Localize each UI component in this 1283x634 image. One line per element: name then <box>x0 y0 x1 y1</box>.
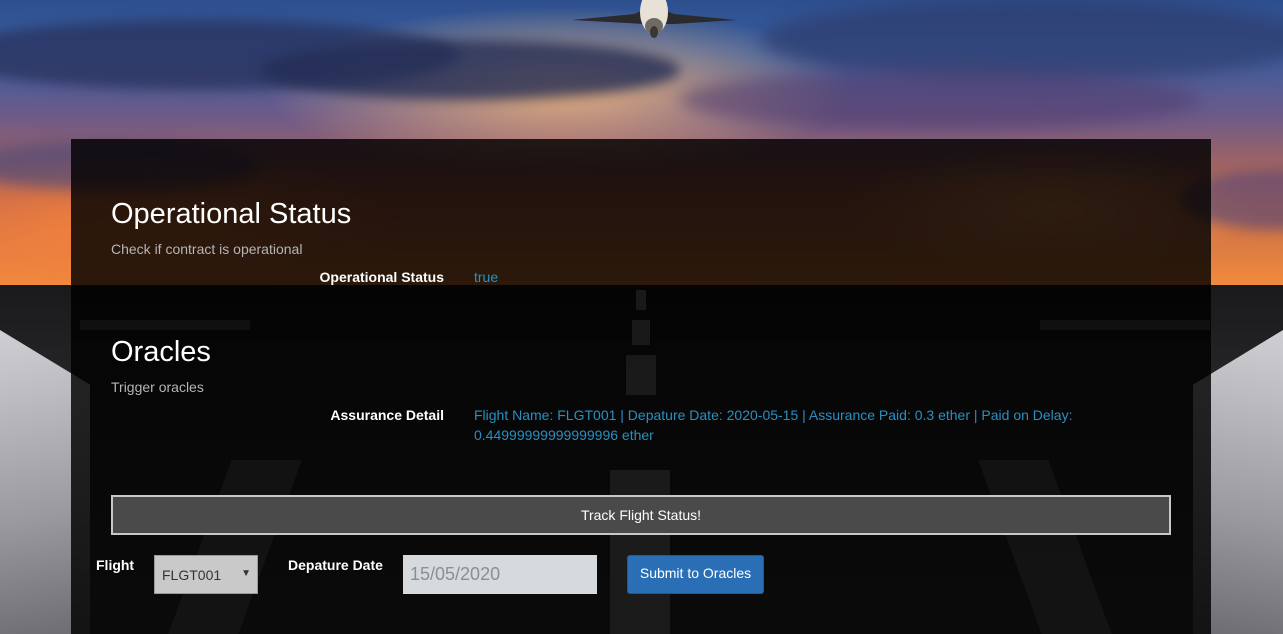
assurance-detail-line-2: 0.44999999999999996 ether <box>474 427 654 443</box>
assurance-detail-line-1: Flight Name: FLGT001 | Depature Date: 20… <box>474 407 1073 423</box>
oracles-subtitle: Trigger oracles <box>111 379 204 395</box>
oracles-title: Oracles <box>111 336 211 368</box>
assurance-detail-value: Flight Name: FLGT001 | Depature Date: 20… <box>474 405 1072 445</box>
operational-status-subtitle: Check if contract is operational <box>111 241 303 257</box>
track-flight-status-button[interactable]: Track Flight Status! <box>111 495 1171 535</box>
submit-to-oracles-button[interactable]: Submit to Oracles <box>627 555 764 594</box>
assurance-detail-label: Assurance Detail <box>330 407 444 423</box>
chevron-down-icon: ▼ <box>241 568 251 579</box>
flight-label: Flight <box>96 557 135 573</box>
flight-select-value: FLGT001 <box>162 566 222 583</box>
departure-date-input[interactable] <box>403 555 597 594</box>
operational-status-title: Operational Status <box>111 198 352 230</box>
departure-date-label: Depature Date <box>288 557 383 573</box>
operational-status-value: true <box>474 269 499 285</box>
airplane-icon <box>572 0 736 38</box>
flight-select[interactable]: FLGT001 ▼ <box>154 555 258 594</box>
operational-status-label: Operational Status <box>319 269 444 285</box>
